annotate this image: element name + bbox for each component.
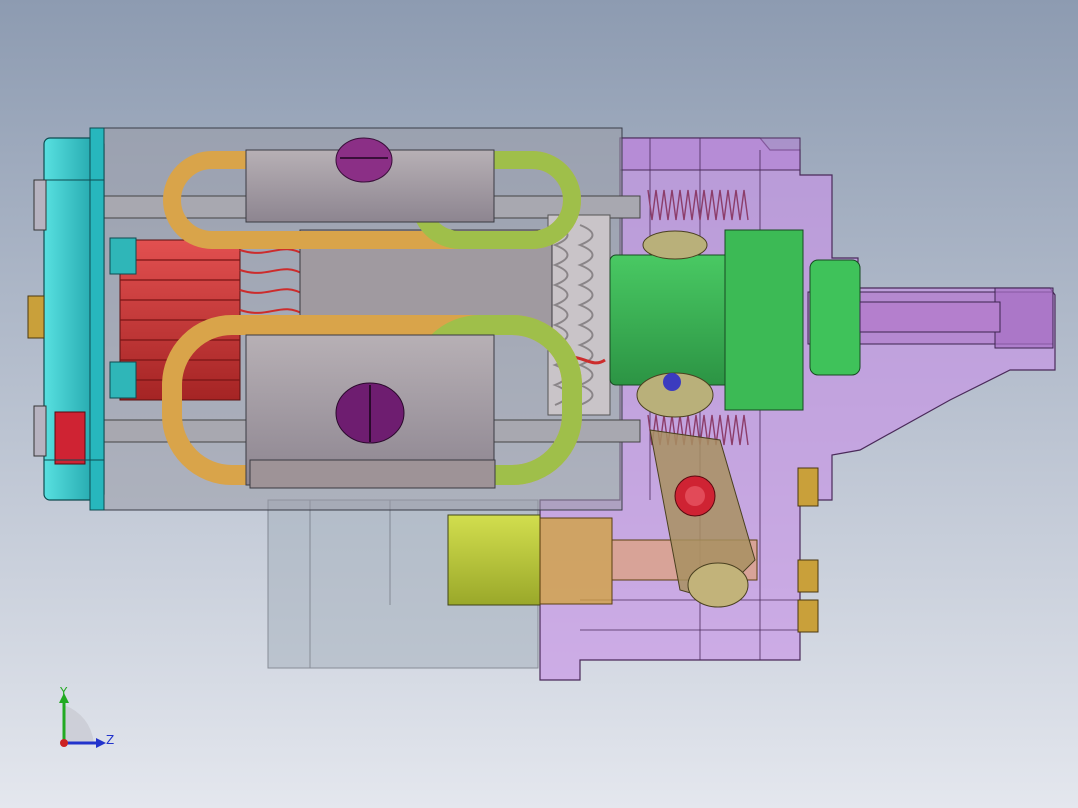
x-axis-dot [60, 739, 68, 747]
y-axis-label: Y [59, 685, 68, 699]
z-axis-label: Z [106, 733, 114, 747]
hex-nuts[interactable] [797, 467, 819, 633]
yellow-block[interactable] [447, 514, 541, 606]
motor-assembly-model[interactable] [0, 0, 1078, 808]
pole-screw-top[interactable] [335, 137, 393, 183]
z-axis-arrowhead [96, 738, 106, 748]
end-cap-bolts[interactable] [27, 179, 47, 457]
pole-screw-bottom[interactable] [335, 382, 405, 444]
cad-viewport[interactable]: Y Z [0, 0, 1078, 808]
orientation-triad: Y Z [59, 685, 114, 748]
output-shaft[interactable] [859, 301, 1001, 333]
red-pin[interactable] [674, 475, 716, 517]
